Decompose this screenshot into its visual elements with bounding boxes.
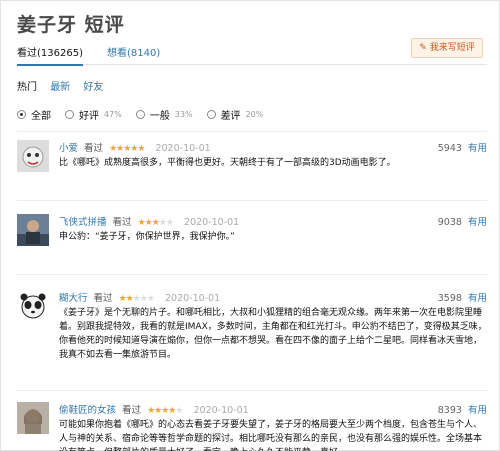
seen-label: 看过 <box>84 143 104 154</box>
tab-seen[interactable]: 看过(136265) <box>17 44 83 66</box>
useful-button[interactable]: 有用 <box>468 143 487 154</box>
review-header: 偷鞋匠的女孩 看过 ★★★★★ 2020-10-01 <box>59 402 487 416</box>
page-title: 姜子牙 短评 <box>17 14 125 36</box>
filter-good[interactable]: 好评 47% <box>65 107 122 122</box>
sort-latest[interactable]: 最新 <box>50 82 70 93</box>
pencil-icon: ✎ <box>419 43 427 53</box>
divider <box>17 200 487 201</box>
useful-vote: 9038 有用 <box>438 214 487 228</box>
review-content: 比《哪吒》成熟度高很多，平衡得也更好。天朝终于有了一部高级的3D动画电影了。 <box>59 158 396 168</box>
review-user[interactable]: 糊大行 <box>59 293 88 304</box>
seen-label: 看过 <box>93 293 113 304</box>
tab-wish[interactable]: 想看(8140) <box>107 44 160 59</box>
review-item: 小爱 看过 ★★★★★ 2020-10-01 5943 有用 比《哪吒》成熟度高… <box>17 140 487 200</box>
useful-vote: 3598 有用 <box>438 290 487 304</box>
review-header: 飞侠式拼播 看过 ★★★★★ 2020-10-01 <box>59 214 487 228</box>
review-content: 可能如果你抱着《哪吒》的心态去看姜子牙要失望了，姜子牙的格局要大至少两个档度，包… <box>59 420 483 451</box>
vote-count: 5943 <box>437 143 462 154</box>
useful-button[interactable]: 有用 <box>468 405 487 416</box>
vote-count: 8393 <box>437 405 462 416</box>
review-date: 2020-10-01 <box>183 217 240 228</box>
review-item: 糊大行 看过 ★★★★★ 2020-10-01 3598 有用 《姜子牙》是个无… <box>17 290 487 390</box>
sort-bar: 热门 最新 好友 <box>17 78 113 93</box>
filter-label: 好评 <box>79 111 99 122</box>
review-content: 《姜子牙》是个无聊的片子。和哪吒相比，大叔和小狐狸精的组合毫无观众缘。两年来第一… <box>59 308 487 360</box>
filter-all[interactable]: 全部 <box>17 107 51 122</box>
radio-icon[interactable] <box>206 110 216 119</box>
filter-pct: 33% <box>174 110 193 119</box>
review-user[interactable]: 小爱 <box>59 143 78 154</box>
radio-selected-icon[interactable] <box>17 110 26 119</box>
vote-count: 3598 <box>437 293 462 304</box>
useful-button[interactable]: 有用 <box>468 293 487 304</box>
review-header: 糊大行 看过 ★★★★★ 2020-10-01 <box>59 290 487 304</box>
seen-label: 看过 <box>122 405 142 416</box>
divider <box>17 131 487 132</box>
avatar[interactable] <box>17 140 49 172</box>
rating-filters: 全部 好评 47% 一般 33% 差评 20% <box>17 107 277 122</box>
useful-button[interactable]: 有用 <box>468 217 487 228</box>
sort-friends[interactable]: 好友 <box>83 82 103 93</box>
sort-hot[interactable]: 热门 <box>17 82 37 93</box>
filter-label: 全部 <box>31 111 51 122</box>
write-review-label: 我来写短评 <box>429 43 475 53</box>
star-rating: ★★★★★ <box>137 218 174 228</box>
avatar[interactable] <box>17 290 49 322</box>
review-header: 小爱 看过 ★★★★★ 2020-10-01 <box>59 140 487 154</box>
star-rating: ★★★★★ <box>109 144 145 154</box>
review-item: 偷鞋匠的女孩 看过 ★★★★★ 2020-10-01 8393 有用 可能如果你… <box>17 402 487 451</box>
star-rating: ★★★★★ <box>147 406 183 416</box>
review-user[interactable]: 偷鞋匠的女孩 <box>59 405 116 416</box>
review-user[interactable]: 飞侠式拼播 <box>59 217 107 228</box>
divider <box>17 274 487 275</box>
vote-count: 9038 <box>437 217 462 228</box>
radio-icon[interactable] <box>135 110 145 119</box>
avatar[interactable] <box>17 214 49 246</box>
filter-bad[interactable]: 差评 20% <box>206 107 264 122</box>
write-review-button[interactable]: ✎ 我来写短评 <box>411 38 483 58</box>
review-item: 飞侠式拼播 看过 ★★★★★ 2020-10-01 9038 有用 申公豹：“姜… <box>17 214 487 274</box>
filter-average[interactable]: 一般 33% <box>135 107 193 122</box>
radio-icon[interactable] <box>65 110 74 119</box>
filter-pct: 47% <box>104 110 122 119</box>
review-content: 申公豹：“姜子牙，你保护世界，我保护你。” <box>59 232 235 242</box>
review-date: 2020-10-01 <box>193 405 249 416</box>
useful-vote: 5943 有用 <box>438 140 487 154</box>
divider <box>17 390 487 391</box>
filter-pct: 20% <box>245 110 264 119</box>
filter-label: 差评 <box>220 111 241 122</box>
tab-bar: 看过(136265) 想看(8140) ✎ 我来写短评 <box>17 38 487 66</box>
useful-vote: 8393 有用 <box>438 402 487 416</box>
review-date: 2020-10-01 <box>155 143 211 154</box>
star-rating: ★★★★★ <box>118 294 155 304</box>
avatar[interactable] <box>17 402 49 434</box>
review-date: 2020-10-01 <box>164 293 221 304</box>
filter-label: 一般 <box>149 111 170 122</box>
seen-label: 看过 <box>112 217 132 228</box>
